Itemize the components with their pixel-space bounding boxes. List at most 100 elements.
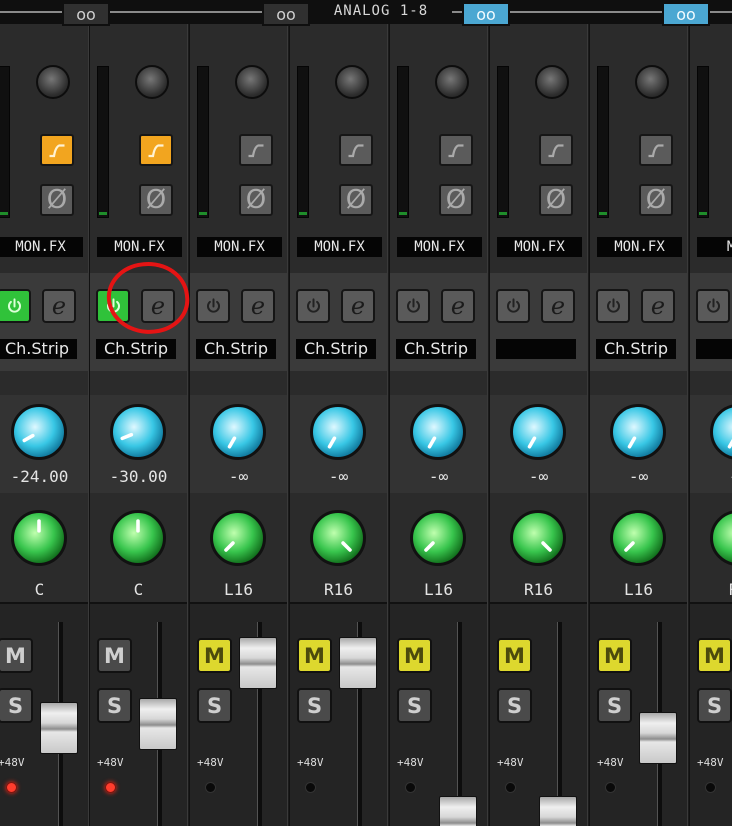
solo-button[interactable]: S xyxy=(697,688,732,723)
channel-strip-power-button[interactable] xyxy=(496,289,530,323)
solo-label: S xyxy=(106,693,123,718)
level-value: -∞ xyxy=(528,467,549,486)
headphones-icon[interactable] xyxy=(535,65,569,99)
level-knob[interactable] xyxy=(310,404,366,460)
stereo-link-button[interactable]: oo xyxy=(662,2,710,26)
stereo-link-icon: oo xyxy=(676,4,696,24)
stereo-link-icon: oo xyxy=(276,4,296,24)
fader-knob[interactable] xyxy=(339,637,377,689)
headphones-icon[interactable] xyxy=(135,65,169,99)
high-pass-filter-button[interactable] xyxy=(40,134,74,166)
solo-button[interactable]: S xyxy=(0,688,33,723)
high-pass-filter-button[interactable] xyxy=(439,134,473,166)
headphones-icon[interactable] xyxy=(635,65,669,99)
pan-knob[interactable] xyxy=(310,510,366,566)
meter-level xyxy=(199,212,207,215)
level-knob[interactable] xyxy=(710,404,732,460)
level-meter xyxy=(97,66,109,218)
channel-strip-edit-button[interactable]: e xyxy=(341,289,375,323)
pan-knob[interactable] xyxy=(610,510,666,566)
phase-invert-button[interactable]: Ø xyxy=(439,184,473,216)
fader-knob[interactable] xyxy=(439,796,477,826)
high-pass-filter-button[interactable] xyxy=(339,134,373,166)
mute-button[interactable]: M xyxy=(97,638,132,673)
phantom-power-led[interactable] xyxy=(705,782,716,793)
high-pass-filter-button[interactable] xyxy=(139,134,173,166)
solo-button[interactable]: S xyxy=(197,688,232,723)
fader-knob[interactable] xyxy=(239,637,277,689)
level-knob[interactable] xyxy=(610,404,666,460)
stereo-link-button[interactable]: oo xyxy=(62,2,110,26)
phantom-power-led[interactable] xyxy=(205,782,216,793)
edit-icon: e xyxy=(350,292,366,320)
phantom-power-led[interactable] xyxy=(305,782,316,793)
phase-invert-icon: Ø xyxy=(245,185,267,215)
phantom-power-led[interactable] xyxy=(605,782,616,793)
phase-invert-button[interactable]: Ø xyxy=(239,184,273,216)
channel-strip-edit-button[interactable]: e xyxy=(541,289,575,323)
level-knob[interactable] xyxy=(510,404,566,460)
mute-button[interactable]: M xyxy=(497,638,532,673)
headphones-icon[interactable] xyxy=(335,65,369,99)
level-meter xyxy=(297,66,309,218)
mute-button[interactable]: M xyxy=(297,638,332,673)
channel-strip-edit-button[interactable]: e xyxy=(441,289,475,323)
pan-knob[interactable] xyxy=(510,510,566,566)
solo-button[interactable]: S xyxy=(97,688,132,723)
pan-knob[interactable] xyxy=(110,510,166,566)
channel-strip-power-button[interactable] xyxy=(196,289,230,323)
solo-button[interactable]: S xyxy=(297,688,332,723)
headphones-icon[interactable] xyxy=(235,65,269,99)
channel-strip: Ø MON.FX e Ch.Strip -∞ L16 M S +48V xyxy=(389,24,488,826)
high-pass-filter-button[interactable] xyxy=(639,134,673,166)
phantom-power-led[interactable] xyxy=(6,782,17,793)
fader-knob[interactable] xyxy=(40,702,78,754)
high-pass-filter-icon xyxy=(548,144,564,158)
phantom-power-led[interactable] xyxy=(405,782,416,793)
channel-strip-edit-button[interactable]: e xyxy=(42,289,76,323)
mute-button[interactable]: M xyxy=(0,638,33,673)
mute-button[interactable]: M xyxy=(697,638,732,673)
fader-knob[interactable] xyxy=(139,698,177,750)
channel-strip-power-button[interactable] xyxy=(696,289,730,323)
level-knob[interactable] xyxy=(11,404,67,460)
channel-strip-edit-button[interactable]: e xyxy=(641,289,675,323)
fader-knob[interactable] xyxy=(539,796,577,826)
high-pass-filter-button[interactable] xyxy=(239,134,273,166)
mute-button[interactable]: M xyxy=(197,638,232,673)
phase-invert-button[interactable]: Ø xyxy=(639,184,673,216)
channel-strip-edit-button[interactable]: e xyxy=(241,289,275,323)
pan-knob[interactable] xyxy=(210,510,266,566)
pan-knob[interactable] xyxy=(710,510,732,566)
pan-knob[interactable] xyxy=(410,510,466,566)
phantom-power-led[interactable] xyxy=(505,782,516,793)
channel-strip-power-button[interactable] xyxy=(0,289,31,323)
channel-strip-label xyxy=(696,339,732,359)
phase-invert-button[interactable]: Ø xyxy=(139,184,173,216)
solo-button[interactable]: S xyxy=(597,688,632,723)
headphones-icon[interactable] xyxy=(36,65,70,99)
phase-invert-button[interactable]: Ø xyxy=(339,184,373,216)
solo-button[interactable]: S xyxy=(397,688,432,723)
level-knob[interactable] xyxy=(210,404,266,460)
level-knob[interactable] xyxy=(410,404,466,460)
stereo-link-button[interactable]: oo xyxy=(262,2,310,26)
pan-value: L16 xyxy=(624,580,653,599)
phantom-power-led[interactable] xyxy=(105,782,116,793)
headphones-icon[interactable] xyxy=(435,65,469,99)
channel-strip-power-button[interactable] xyxy=(296,289,330,323)
high-pass-filter-button[interactable] xyxy=(539,134,573,166)
channel-strip-power-button[interactable] xyxy=(596,289,630,323)
pan-value: L16 xyxy=(224,580,253,599)
stereo-link-button[interactable]: oo xyxy=(462,2,510,26)
level-knob[interactable] xyxy=(110,404,166,460)
phase-invert-button[interactable]: Ø xyxy=(40,184,74,216)
pan-knob[interactable] xyxy=(11,510,67,566)
solo-button[interactable]: S xyxy=(497,688,532,723)
channel-strip-power-button[interactable] xyxy=(396,289,430,323)
phase-invert-button[interactable]: Ø xyxy=(539,184,573,216)
fader-knob[interactable] xyxy=(639,712,677,764)
mute-button[interactable]: M xyxy=(397,638,432,673)
power-icon xyxy=(206,297,220,313)
mute-button[interactable]: M xyxy=(597,638,632,673)
